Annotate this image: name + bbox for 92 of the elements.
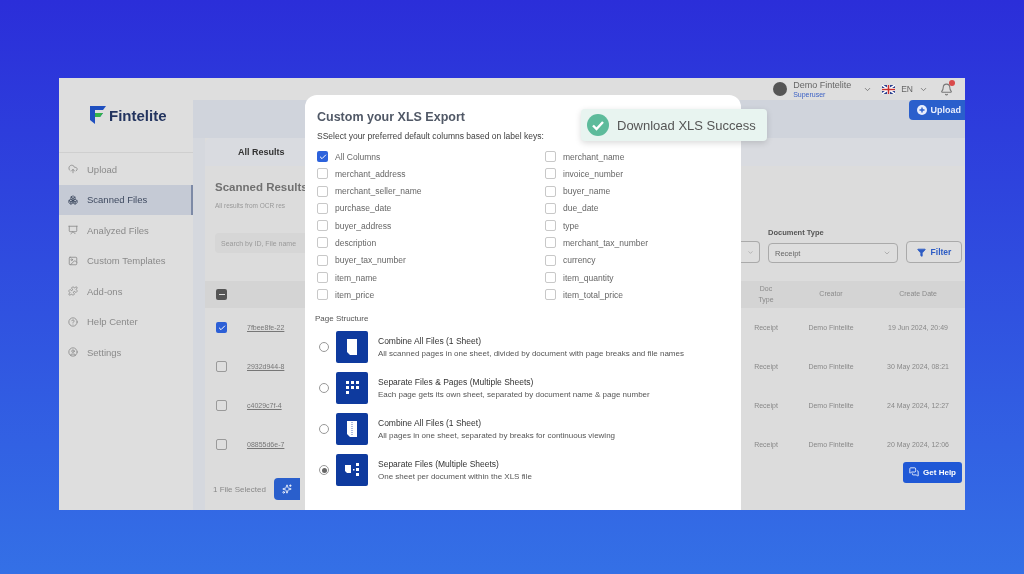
option-description: All scanned pages in one sheet, divided by document with page breaks and file names xyxy=(378,349,684,359)
sparkle-icon xyxy=(281,484,292,494)
column-checkbox[interactable] xyxy=(545,289,556,301)
column-label: item_quantity xyxy=(563,272,614,283)
chat-icon xyxy=(909,467,920,477)
selection-count: 1 File Selected xyxy=(213,484,266,494)
row-checkbox[interactable] xyxy=(216,400,227,411)
column-checkbox[interactable] xyxy=(317,289,328,301)
option-description: One sheet per document within the XLS file xyxy=(378,472,532,482)
column-label: merchant_seller_name xyxy=(335,186,422,197)
dialog-title: Custom your XLS Export xyxy=(317,110,466,124)
grid-icon xyxy=(336,372,368,405)
column-label: item_price xyxy=(335,289,375,300)
filter-icon xyxy=(916,247,926,257)
option-title: Separate Files & Pages (Multiple Sheets) xyxy=(378,377,535,388)
sidebar-item[interactable]: Analyzed Files xyxy=(59,215,193,246)
column-checkbox[interactable] xyxy=(545,237,556,249)
column-label: type xyxy=(563,220,580,231)
page-title: Scanned Results xyxy=(215,181,305,193)
column-checkbox[interactable] xyxy=(317,151,328,162)
column-label: buyer_name xyxy=(563,186,611,197)
column-label: All Columns xyxy=(335,151,381,162)
avatar-icon xyxy=(773,82,788,96)
presentation-icon xyxy=(68,225,78,236)
option-title: Combine All Files (1 Sheet) xyxy=(378,336,482,347)
column-label: item_total_price xyxy=(563,289,623,300)
column-label: due_date xyxy=(563,203,599,214)
column-label: buyer_tax_number xyxy=(335,255,406,266)
row-checkbox[interactable] xyxy=(216,361,227,372)
dropdown-field[interactable] xyxy=(741,241,760,263)
column-label: purchase_date xyxy=(335,203,392,214)
row-checkbox[interactable] xyxy=(216,322,227,333)
cloud-upload-icon xyxy=(68,164,78,175)
column-checkbox[interactable] xyxy=(545,168,556,180)
dialog-subtitle: SSelect your preferred default columns based on label keys: xyxy=(317,131,545,141)
column-checkbox[interactable] xyxy=(545,254,556,266)
bell-icon[interactable] xyxy=(940,82,953,96)
column-checkbox[interactable] xyxy=(545,151,556,162)
puzzle-icon xyxy=(68,286,78,297)
option-description: All pages in one sheet, separated by breaks for continuous viewing xyxy=(378,431,616,441)
sidebar-item[interactable]: Custom Templates xyxy=(59,245,193,276)
check-circle-icon xyxy=(587,114,609,136)
split-page-icon xyxy=(336,413,368,446)
image-icon xyxy=(68,255,78,266)
column-checkbox[interactable] xyxy=(317,202,328,214)
column-label: buyer_address xyxy=(335,220,392,231)
column-label: description xyxy=(335,238,377,248)
sheets-icon xyxy=(336,454,368,487)
boxes-icon xyxy=(68,194,78,205)
sidebar-item[interactable]: Settings xyxy=(59,337,193,368)
section-title: Page Structure xyxy=(315,314,370,324)
logo-icon xyxy=(89,105,107,125)
option-description: Each page gets its own sheet, separated by document name & page number xyxy=(378,390,650,400)
column-label: merchant_address xyxy=(335,168,406,179)
column-checkbox[interactable] xyxy=(545,272,556,284)
brand-name: Fintelite xyxy=(109,106,167,124)
language-label[interactable]: EN xyxy=(901,84,913,94)
column-checkbox[interactable] xyxy=(545,185,556,197)
column-checkbox[interactable] xyxy=(545,202,556,214)
user-circle-icon xyxy=(68,347,78,358)
column-label: merchant_tax_number xyxy=(563,238,649,248)
chevron-down-icon xyxy=(746,248,754,256)
column-checkbox[interactable] xyxy=(317,272,328,284)
option-title: Combine All Files (1 Sheet) xyxy=(378,418,482,429)
column-checkbox[interactable] xyxy=(317,185,328,197)
select-all-checkbox[interactable] xyxy=(216,289,227,300)
chevron-down-icon xyxy=(883,249,891,257)
column-label: invoice_number xyxy=(563,168,623,179)
sidebar-item[interactable]: Add-ons xyxy=(59,276,193,307)
page-icon xyxy=(336,331,368,364)
sidebar-item[interactable]: Help Center xyxy=(59,306,193,337)
upload-button[interactable]: Upload xyxy=(908,100,965,120)
row-checkbox[interactable] xyxy=(216,439,227,450)
help-icon xyxy=(68,316,78,327)
get-help-button[interactable]: Get Help xyxy=(903,461,962,483)
column-label: currency xyxy=(563,255,596,266)
plus-circle-icon xyxy=(916,105,927,115)
column-checkbox[interactable] xyxy=(545,220,556,232)
option-title: Separate Files (Multiple Sheets) xyxy=(378,459,500,470)
column-checkbox[interactable] xyxy=(317,254,328,266)
user-name: Demo Fintelite xyxy=(793,80,852,90)
filter-button[interactable]: Filter xyxy=(906,241,962,263)
column-checkbox[interactable] xyxy=(317,220,328,232)
sidebar-item[interactable]: Upload xyxy=(59,154,193,185)
flag-icon xyxy=(882,84,896,94)
column-label: merchant_name xyxy=(563,151,625,162)
column-checkbox[interactable] xyxy=(317,168,328,180)
column-label: item_name xyxy=(335,272,378,283)
sidebar-item[interactable]: Scanned Files xyxy=(59,184,193,215)
sparkle-button[interactable] xyxy=(273,478,300,500)
toast-message: Download XLS Success xyxy=(617,117,756,133)
column-checkbox[interactable] xyxy=(317,237,328,249)
